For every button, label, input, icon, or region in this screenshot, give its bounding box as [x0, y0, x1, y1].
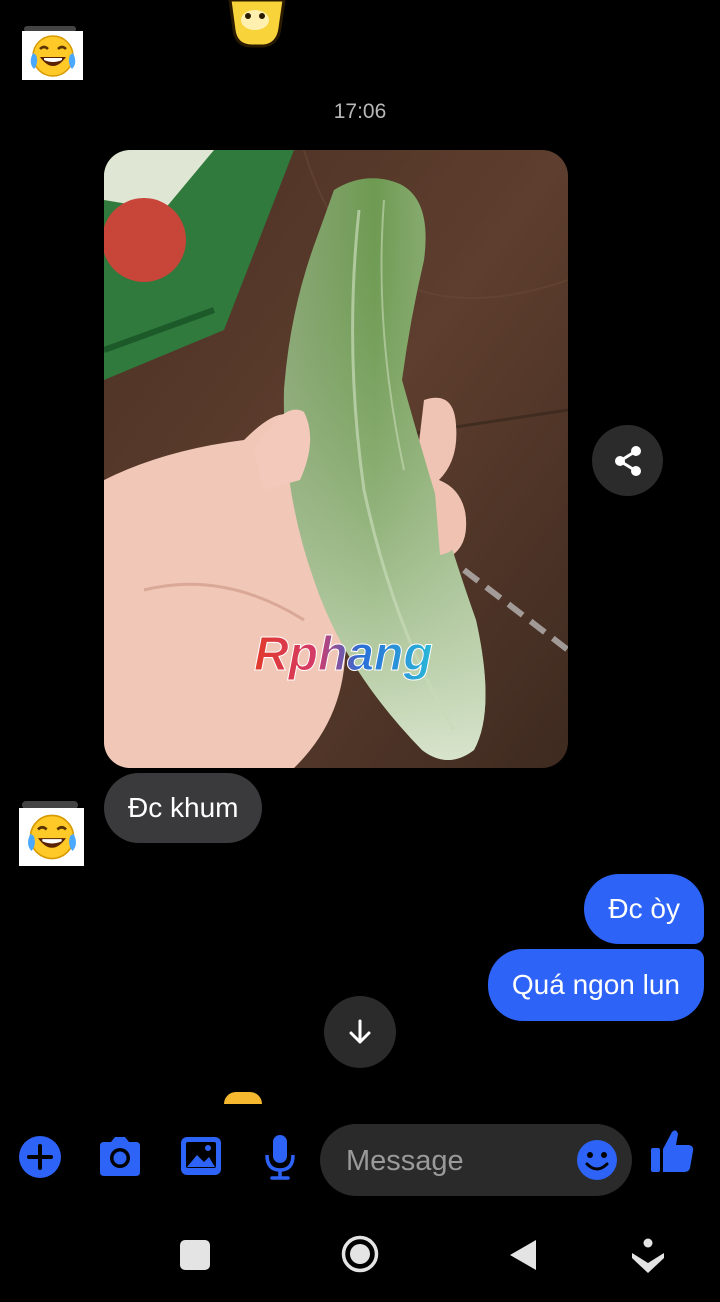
arrow-down-icon	[349, 1019, 371, 1044]
sender-avatar[interactable]	[19, 808, 84, 866]
add-button[interactable]	[18, 1135, 62, 1179]
outgoing-message-bubble[interactable]: Quá ngon lun	[487, 949, 704, 1021]
laughing-tears-icon	[30, 34, 75, 77]
thumbs-up-icon	[651, 1130, 694, 1172]
outgoing-message-bubble[interactable]: Đc òy	[584, 874, 704, 944]
assistant-icon	[632, 1238, 664, 1273]
message-timestamp: 17:06	[333, 100, 387, 123]
emoji-icon	[577, 1140, 617, 1180]
emoji-button[interactable]	[576, 1139, 618, 1181]
message-text: Quá ngon lun	[511, 969, 680, 1000]
incoming-message-bubble[interactable]: Đc khum	[104, 773, 263, 843]
message-text: Đc khum	[128, 792, 239, 823]
share-icon	[614, 445, 641, 476]
message-text: Đc òy	[608, 893, 680, 924]
like-button[interactable]	[650, 1128, 694, 1174]
plus-icon	[19, 1136, 61, 1178]
home-button[interactable]	[341, 1235, 379, 1273]
camera-icon	[100, 1137, 140, 1176]
sticker-partial	[222, 0, 288, 48]
sender-avatar[interactable]	[22, 31, 83, 80]
gallery-icon	[181, 1137, 221, 1175]
microphone-button[interactable]	[260, 1133, 300, 1181]
share-button[interactable]	[592, 425, 663, 496]
scroll-to-bottom-button[interactable]	[324, 996, 396, 1068]
back-button[interactable]	[508, 1238, 538, 1272]
typing-indicator-avatar	[224, 1092, 262, 1104]
watermark-text: Rphang	[254, 628, 433, 681]
home-circle-icon	[341, 1235, 379, 1273]
camera-button[interactable]	[96, 1136, 144, 1178]
assistant-button[interactable]	[630, 1237, 666, 1275]
laughing-tears-icon	[27, 814, 76, 860]
recents-button[interactable]	[180, 1240, 210, 1270]
microphone-icon	[265, 1135, 295, 1180]
photo-message[interactable]: Rphang	[104, 150, 568, 768]
message-input[interactable]	[344, 1124, 568, 1198]
message-field[interactable]	[320, 1124, 632, 1198]
gallery-button[interactable]	[178, 1134, 224, 1178]
back-triangle-icon	[510, 1240, 536, 1270]
